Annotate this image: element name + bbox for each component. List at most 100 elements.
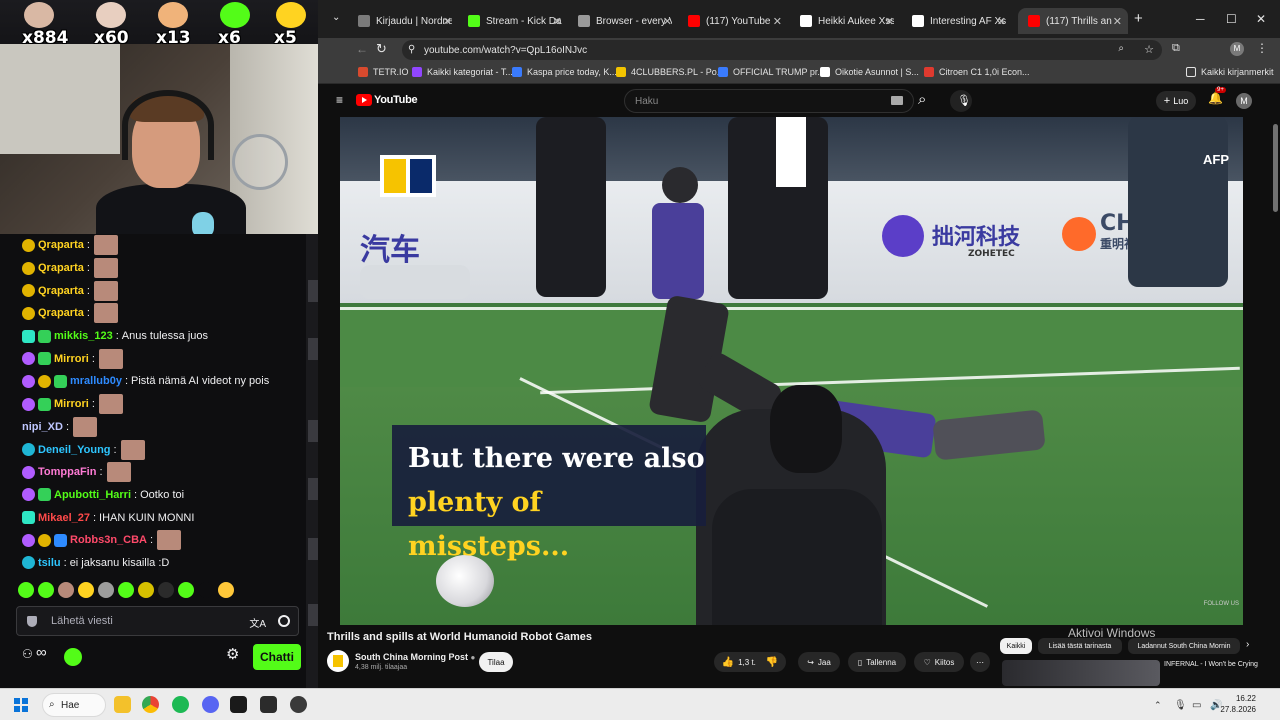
recommended-thumbnail[interactable] xyxy=(1002,660,1160,686)
emote-icon[interactable] xyxy=(138,582,154,598)
recommended-title[interactable]: INFERNAL - I Won't be Crying xyxy=(1164,660,1276,670)
bookmarks-folder[interactable]: Kaikki kirjanmerkit xyxy=(1186,67,1274,77)
chat-input[interactable]: Lähetä viesti 文A xyxy=(16,606,299,636)
kick-icon[interactable] xyxy=(64,648,82,666)
thumbnail[interactable] xyxy=(308,478,318,500)
account-avatar[interactable]: M xyxy=(1236,93,1252,109)
maximize-button[interactable]: ☐ xyxy=(1226,12,1237,26)
close-tab-icon[interactable]: ✕ xyxy=(663,15,672,28)
thumbs-down-icon[interactable]: 👎 xyxy=(766,657,778,668)
browser-tab[interactable]: (117) YouTube ✕ xyxy=(678,8,788,34)
video-player[interactable]: 汽车 拙河科技 ZOHETEC CHONIX 重明视界 AFP FOLLOW U xyxy=(340,117,1243,625)
chat-username[interactable]: mikkis_123 xyxy=(54,330,113,342)
zoom-icon[interactable]: ⌕ xyxy=(1118,43,1124,54)
keyboard-icon[interactable] xyxy=(891,96,903,105)
recommended-video[interactable]: INFERNAL - I Won't be Crying xyxy=(1002,660,1280,686)
chrome-icon[interactable] xyxy=(142,696,159,713)
emote-icon[interactable] xyxy=(18,582,34,598)
bookmark-item[interactable]: Oikotie Asunnot | S... xyxy=(820,67,919,77)
browser-tab[interactable]: Browser - every Vi ✕ xyxy=(568,8,678,34)
close-tab-icon[interactable]: ✕ xyxy=(553,15,562,28)
thumbs-up-icon[interactable]: 👍 xyxy=(722,657,734,668)
chat-username[interactable]: Robbs3n_CBA xyxy=(70,534,147,546)
bookmark-item[interactable]: OFFICIAL TRUMP pr... xyxy=(718,67,825,77)
close-tab-icon[interactable]: ✕ xyxy=(885,15,894,28)
gear-icon[interactable]: ⚙ xyxy=(226,645,239,663)
chat-username[interactable]: Qraparta xyxy=(38,262,84,274)
chat-username[interactable]: TomppaFin xyxy=(38,466,96,478)
chat-username[interactable]: nipi_XD xyxy=(22,421,63,433)
share-button[interactable]: ↪ Jaa xyxy=(798,652,840,672)
close-tab-icon[interactable]: ✕ xyxy=(997,15,1006,28)
scrollbar-thumb[interactable] xyxy=(1273,124,1278,212)
youtube-logo[interactable]: YouTube xyxy=(356,94,418,106)
bookmark-item[interactable]: Kaspa price today, K... xyxy=(512,67,617,77)
bookmark-item[interactable]: TETR.IO xyxy=(358,67,409,77)
create-button[interactable]: + Luo xyxy=(1156,91,1196,111)
emote-icon[interactable] xyxy=(198,582,214,598)
bookmark-star-icon[interactable]: ☆ xyxy=(1144,43,1154,56)
thumbnail[interactable] xyxy=(308,538,318,560)
browser-tab[interactable]: (117) Thrills an ✕ xyxy=(1018,8,1128,34)
hamburger-menu-icon[interactable]: ≡ xyxy=(336,93,343,107)
emote-icon[interactable] xyxy=(178,582,194,598)
voice-search-button[interactable]: 🎙 xyxy=(950,90,972,112)
emote-icon[interactable] xyxy=(98,582,114,598)
new-tab-button[interactable]: + xyxy=(1134,10,1143,27)
volume-icon[interactable]: 🔊 xyxy=(1210,700,1222,711)
notifications-button[interactable]: 🔔 9+ xyxy=(1208,87,1226,107)
chat-username[interactable]: Mirrori xyxy=(54,398,89,410)
channel-avatar[interactable] xyxy=(327,650,349,672)
thumbnail[interactable] xyxy=(308,420,318,442)
close-tab-icon[interactable]: ✕ xyxy=(1113,15,1122,28)
capcut-icon[interactable] xyxy=(230,696,247,713)
subscribe-button[interactable]: Tilaa xyxy=(479,652,513,672)
thumbnail[interactable] xyxy=(308,604,318,626)
emote-icon[interactable] xyxy=(38,582,54,598)
app-icon[interactable] xyxy=(260,696,277,713)
browser-tab[interactable]: Heikki Aukee Xss ✕ xyxy=(790,8,900,34)
minimize-button[interactable]: ─ xyxy=(1196,12,1205,26)
reload-icon[interactable]: ↻ xyxy=(376,41,387,57)
infinity-icon[interactable]: ∞ xyxy=(36,644,47,661)
mic-icon[interactable]: 🎙 xyxy=(1174,700,1187,711)
tab-list-chevron-icon[interactable]: ⌄ xyxy=(332,12,340,23)
save-button[interactable]: ▯ Tallenna xyxy=(848,652,906,672)
send-chat-button[interactable]: Chatti xyxy=(253,644,301,670)
file-explorer-icon[interactable] xyxy=(114,696,131,713)
close-tab-icon[interactable]: ✕ xyxy=(773,15,782,28)
like-count[interactable]: 1,3 t. xyxy=(738,658,756,667)
site-info-icon[interactable]: ⚲ xyxy=(408,44,415,55)
network-icon[interactable]: ▭ xyxy=(1192,700,1202,711)
search-input[interactable]: Haku xyxy=(624,89,914,113)
address-bar[interactable]: ⚲ youtube.com/watch?v=QpL16oINJvc ⌕ ☆ xyxy=(402,40,1162,60)
chat-username[interactable]: Mirrori xyxy=(54,353,89,365)
emote-icon[interactable] xyxy=(218,582,234,598)
bookmark-item[interactable]: Citroen C1 1,0i Econ... xyxy=(924,67,1030,77)
chip-all[interactable]: Kaikki xyxy=(1000,638,1032,654)
emoji-icon[interactable] xyxy=(278,615,290,627)
taskbar-search[interactable]: ⌕ Hae xyxy=(42,693,106,717)
browser-tab[interactable]: Stream - Kick Dash✕ xyxy=(458,8,568,34)
thumbnail[interactable] xyxy=(308,280,318,302)
chat-username[interactable]: Mikael_27 xyxy=(38,512,90,524)
search-button[interactable]: ⌕ xyxy=(914,89,936,113)
emote-icon[interactable] xyxy=(58,582,74,598)
chip-uploaded-by[interactable]: Ladannut South China Mornin xyxy=(1128,638,1240,654)
translate-icon[interactable]: 文A xyxy=(249,615,266,630)
windows-start-button[interactable] xyxy=(14,698,28,712)
channel-name[interactable]: South China Morning Post ● xyxy=(355,652,475,662)
thumbnail[interactable] xyxy=(308,338,318,360)
close-tab-icon[interactable]: ✕ xyxy=(443,15,452,28)
chip-more-story[interactable]: Lisää tästä tarinasta xyxy=(1038,638,1122,654)
spotify-icon[interactable] xyxy=(172,696,189,713)
chat-username[interactable]: Qraparta xyxy=(38,307,84,319)
more-actions-button[interactable]: ⋯ xyxy=(970,652,990,672)
browser-tab[interactable]: Kirjaudu | Nordnet ✕ xyxy=(348,8,458,34)
system-clock[interactable]: 16.22 27.8.2026 xyxy=(1220,693,1256,715)
chevron-right-icon[interactable]: › xyxy=(1246,639,1249,650)
menu-icon[interactable]: ⋮ xyxy=(1256,41,1268,55)
extensions-icon[interactable]: ⧉ xyxy=(1172,42,1180,55)
back-icon[interactable]: ← xyxy=(356,42,368,56)
close-window-button[interactable]: ✕ xyxy=(1256,12,1266,26)
